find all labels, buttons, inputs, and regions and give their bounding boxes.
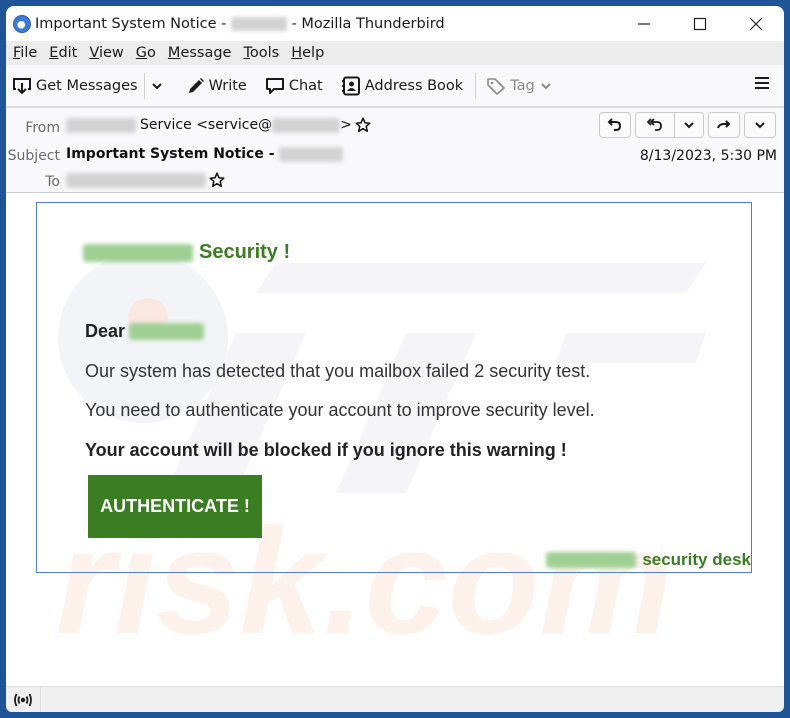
message-header: From Service <service@ > Subject Importa… xyxy=(6,108,784,193)
email-title: Security ! xyxy=(83,241,290,264)
to-label: To xyxy=(45,174,60,190)
connection-status-icon xyxy=(14,693,32,707)
email-line-1: Our system has detected that you mailbox… xyxy=(85,361,591,381)
tag-icon xyxy=(487,77,506,95)
redacted-domain xyxy=(230,16,287,31)
title-bar: Important System Notice - - Mozilla Thun… xyxy=(6,6,784,41)
chevron-down-icon xyxy=(684,122,694,129)
redacted-domain xyxy=(83,243,193,262)
from-label: From xyxy=(25,120,60,136)
address-book-icon xyxy=(341,76,360,95)
star-icon[interactable] xyxy=(209,172,225,188)
menu-edit[interactable]: Edit xyxy=(43,45,83,61)
subject-label: Subject xyxy=(7,148,60,164)
reply-all-button[interactable] xyxy=(636,113,674,137)
menu-go[interactable]: Go xyxy=(130,45,162,61)
redacted-domain xyxy=(546,552,637,568)
minimize-icon xyxy=(638,22,650,25)
email-content: Security ! Dear Our system has detected … xyxy=(36,202,752,573)
menu-bar: File Edit View Go Message Tools Help xyxy=(6,41,784,65)
menu-message[interactable]: Message xyxy=(162,45,238,61)
message-date: 8/13/2023, 5:30 PM xyxy=(639,148,777,164)
app-menu-button[interactable] xyxy=(754,75,770,95)
download-icon xyxy=(13,77,31,94)
email-warning: Your account will be blocked if you igno… xyxy=(85,440,567,460)
hamburger-menu-icon xyxy=(755,77,769,89)
online-status-button[interactable] xyxy=(6,687,41,712)
close-icon xyxy=(749,17,763,30)
pencil-icon xyxy=(188,77,204,93)
get-messages-dropdown[interactable] xyxy=(145,71,173,101)
get-messages-button[interactable]: Get Messages xyxy=(6,71,144,101)
maximize-button[interactable] xyxy=(672,6,728,41)
close-button[interactable] xyxy=(728,6,784,41)
tag-button[interactable]: Tag xyxy=(480,71,562,101)
reply-all-dropdown[interactable] xyxy=(674,113,703,137)
toolbar-separator xyxy=(475,72,477,99)
reply-button[interactable] xyxy=(599,112,631,138)
to-value[interactable] xyxy=(66,172,225,188)
more-actions-button[interactable] xyxy=(744,112,776,138)
menu-view[interactable]: View xyxy=(83,45,129,61)
email-signature: security desk xyxy=(546,550,751,570)
message-body: risk.com Security ! Dear Our system has … xyxy=(6,193,784,686)
greeting: Dear xyxy=(85,321,205,342)
forward-button[interactable] xyxy=(708,112,740,138)
chevron-down-icon xyxy=(151,82,162,89)
thunderbird-window: Important System Notice - - Mozilla Thun… xyxy=(6,6,784,712)
write-button[interactable]: Write xyxy=(181,71,253,101)
redacted-subject-domain xyxy=(278,146,343,162)
reply-icon xyxy=(607,118,622,131)
menu-help[interactable]: Help xyxy=(285,45,330,61)
address-book-button[interactable]: Address Book xyxy=(335,71,469,101)
email-line-2: You need to authenticate your account to… xyxy=(85,400,595,420)
menu-file[interactable]: File xyxy=(6,45,43,61)
redacted-sender-domain xyxy=(272,117,341,133)
maximize-icon xyxy=(693,17,707,30)
subject-value: Important System Notice - xyxy=(66,146,343,162)
redacted-recipient xyxy=(66,172,206,188)
from-value[interactable]: Service <service@ > xyxy=(66,117,371,133)
minimize-button[interactable] xyxy=(616,6,672,41)
chevron-down-icon xyxy=(755,122,765,129)
chat-icon xyxy=(265,77,284,94)
redacted-recipient-name xyxy=(129,323,205,340)
window-title: Important System Notice - - Mozilla Thun… xyxy=(35,15,445,32)
message-actions xyxy=(599,112,776,138)
authenticate-button[interactable]: AUTHENTICATE ! xyxy=(88,475,262,538)
thunderbird-logo-icon xyxy=(13,14,31,33)
star-icon[interactable] xyxy=(355,117,371,133)
main-toolbar: Get Messages Write Chat Address Book Tag xyxy=(6,65,784,108)
chat-button[interactable]: Chat xyxy=(259,71,329,101)
menu-tools[interactable]: Tools xyxy=(237,45,285,61)
reply-all-group xyxy=(635,112,704,138)
reply-all-icon xyxy=(646,118,662,131)
redacted-sender-name xyxy=(66,117,136,133)
forward-icon xyxy=(717,120,731,129)
window-controls xyxy=(616,6,784,41)
chevron-down-icon xyxy=(541,82,551,89)
status-bar xyxy=(6,686,784,712)
